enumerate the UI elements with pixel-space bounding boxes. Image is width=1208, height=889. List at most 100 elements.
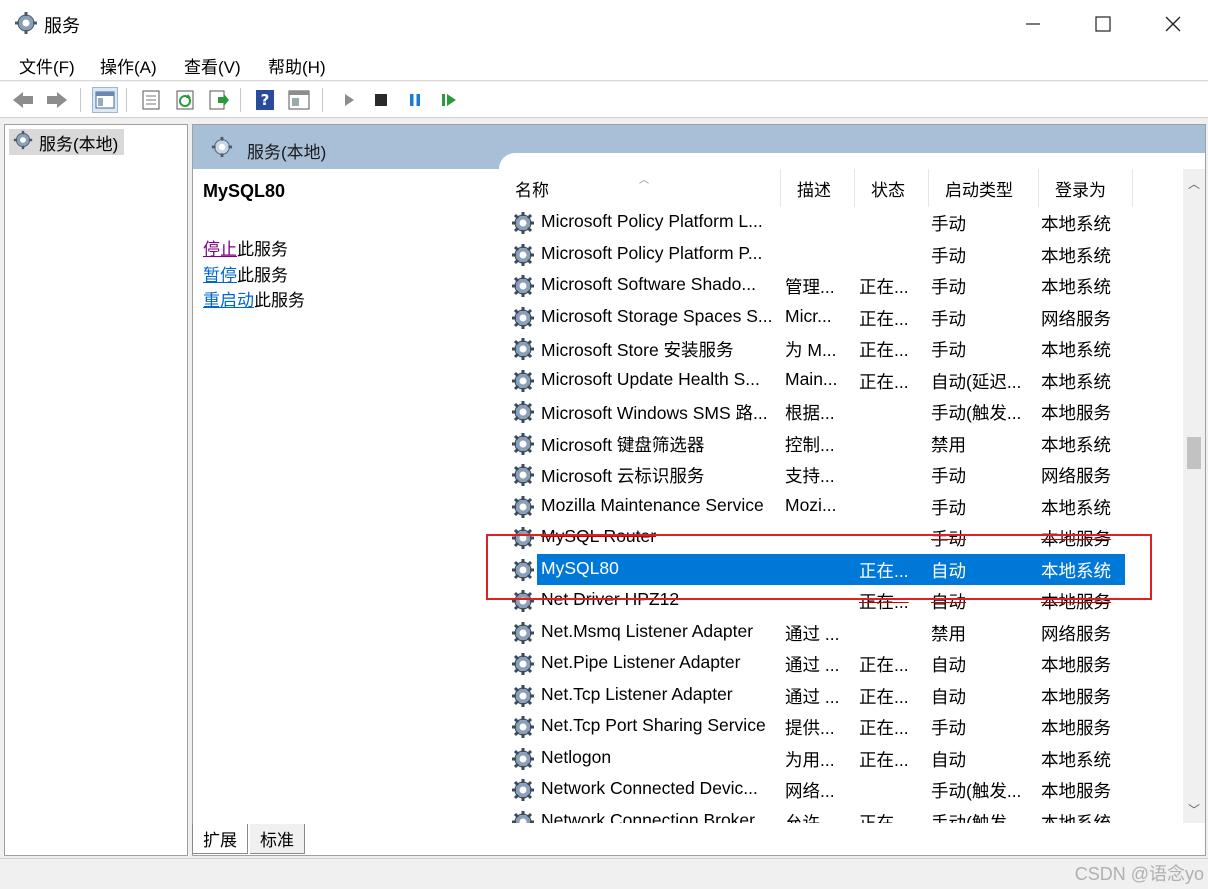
service-row[interactable]: Microsoft Policy Platform P... 手动 本地系统 [499,239,1183,271]
service-row[interactable]: Microsoft 键盘筛选器 控制... 禁用 本地系统 [499,428,1183,460]
pause-service-link[interactable]: 暂停 [203,266,237,285]
service-row[interactable]: Microsoft Policy Platform L... 手动 本地系统 [499,207,1183,239]
toolbar-divider [240,88,241,112]
pause-service-icon[interactable] [402,87,428,113]
service-name: Microsoft Storage Spaces S... [541,305,773,326]
restart-service-link[interactable]: 重启动 [203,291,254,310]
action-pane-icon[interactable] [286,87,312,113]
tree-item-label: 服务(本地) [39,134,119,154]
vertical-scrollbar[interactable]: ︿ ﹀ [1183,169,1205,823]
column-header-status[interactable]: 状态 [855,169,929,207]
service-startup-type: 自动(延迟... [931,371,1022,392]
column-header-description[interactable]: 描述 [781,169,855,207]
service-status: 正在... [859,655,909,675]
service-row[interactable]: Microsoft 云标识服务 支持... 手动 网络服务 [499,459,1183,491]
service-status: 正在... [859,277,909,297]
column-header-label: 名称 [515,180,549,200]
column-header-label: 登录为 [1055,180,1106,200]
view-tabs: 扩展 标准 [192,824,1206,856]
column-header-log-on-as[interactable]: 登录为 [1039,169,1133,207]
header-notch [499,153,1205,169]
help-icon[interactable]: ? [252,87,278,113]
service-row[interactable]: Network Connection Broker 允许... 正在... 手动(触发… [499,806,1183,823]
services-list: 名称 ︿ 描述 状态 启动类型 登录为 Microsoft Policy Pla… [499,169,1183,823]
service-description: 网络... [785,781,835,801]
service-status: 正在... [859,718,909,738]
tab-extended[interactable]: 扩展 [192,824,248,854]
service-startup-type: 禁用 [931,434,966,455]
maximize-button[interactable] [1068,0,1138,47]
service-startup-type: 手动 [931,340,966,360]
menu-file[interactable]: 文件(F) [19,53,75,78]
back-arrow-icon[interactable] [10,87,36,113]
service-startup-type: 自动 [931,686,966,707]
service-description: 支持... [785,466,835,486]
service-row[interactable]: Microsoft Store 安装服务 为 M... 正在... 手动 本地系统 [499,333,1183,365]
stop-action-suffix: 此服务 [237,240,288,259]
scroll-up-arrow-icon[interactable]: ︿ [1183,173,1205,193]
service-status: 正在... [859,749,909,770]
service-name: Microsoft Policy Platform L... [541,211,763,231]
pane-title: 服务(本地) [247,143,327,162]
service-log-on-as: 本地系统 [1041,749,1111,770]
menu-view[interactable]: 查看(V) [184,53,241,78]
service-log-on-as: 本地系统 [1041,371,1111,392]
service-startup-type: 手动 [931,308,966,329]
service-status: 正在... [859,371,909,392]
service-row[interactable]: Netlogon 为用... 正在... 自动 本地系统 [499,743,1183,775]
service-row[interactable]: Mozilla Maintenance Service Mozi... 手动 本地系统 [499,491,1183,523]
tab-standard[interactable]: 标准 [250,824,305,854]
close-button[interactable] [1138,0,1208,47]
service-name: Microsoft 云标识服务 [541,466,705,486]
service-row[interactable]: Network Connected Devic... 网络... 手动(触发... 本… [499,774,1183,806]
tree-item-services-local[interactable]: 服务(本地) [9,129,125,155]
properties-icon[interactable] [138,87,164,113]
scrollbar-thumb[interactable] [1187,437,1201,469]
refresh-icon[interactable] [172,87,198,113]
service-gear-icon [511,810,535,823]
minimize-button[interactable] [998,0,1068,47]
service-description: 为用... [785,749,835,770]
service-gear-icon [511,463,535,487]
service-description: 根据... [785,403,835,423]
column-header-name[interactable]: 名称 ︿ [499,169,781,207]
window-title: 服务 [44,16,80,36]
forward-arrow-icon[interactable] [44,87,70,113]
restart-service-icon[interactable] [436,87,462,113]
service-row[interactable]: Microsoft Update Health S... Main... 正在...… [499,365,1183,397]
service-description: Main... [785,368,838,389]
service-row[interactable]: Microsoft Windows SMS 路... 根据... 手动(触发... 本… [499,396,1183,428]
service-name: Mozilla Maintenance Service [541,494,764,515]
service-row[interactable]: Net.Pipe Listener Adapter 通过 ... 正在... 自动 本地… [499,648,1183,680]
service-row[interactable]: Net.Tcp Port Sharing Service 提供... 正在... 手动… [499,711,1183,743]
show-hide-console-tree-icon[interactable] [92,87,118,113]
console-tree: 服务(本地) [4,124,188,856]
service-row[interactable]: Net.Msmq Listener Adapter 通过 ... 禁用 网络服务 [499,617,1183,649]
menu-action[interactable]: 操作(A) [100,53,157,78]
menu-help[interactable]: 帮助(H) [268,53,326,78]
service-startup-type: 手动 [931,718,966,738]
scroll-down-arrow-icon[interactable]: ﹀ [1183,799,1205,819]
stop-service-link[interactable]: 停止 [203,240,237,259]
service-log-on-as: 本地服务 [1041,403,1111,423]
service-startup-type: 自动 [931,749,966,770]
service-gear-icon [511,400,535,424]
toolbar: ? [0,82,1208,118]
export-list-icon[interactable] [206,87,232,113]
services-gear-icon [14,11,38,35]
service-gear-icon [511,211,535,235]
selected-service-title: MySQL80 [203,181,286,201]
service-description: 通过 ... [785,655,840,675]
service-row[interactable]: Net.Tcp Listener Adapter 通过 ... 正在... 自动 本地服… [499,680,1183,712]
service-name: Net.Pipe Listener Adapter [541,652,741,672]
service-gear-icon [511,747,535,771]
service-gear-icon [511,621,535,645]
stop-service-icon[interactable] [368,87,394,113]
service-startup-type: 手动 [931,214,966,234]
service-status: 正在... [859,686,909,707]
start-service-icon[interactable] [336,87,362,113]
service-row[interactable]: Microsoft Software Shado... 管理... 正在... 手动 本… [499,270,1183,302]
service-startup-type: 手动(触发... [931,781,1022,801]
service-row[interactable]: Microsoft Storage Spaces S... Micr... 正在..… [499,302,1183,334]
column-header-startup-type[interactable]: 启动类型 [929,169,1039,207]
